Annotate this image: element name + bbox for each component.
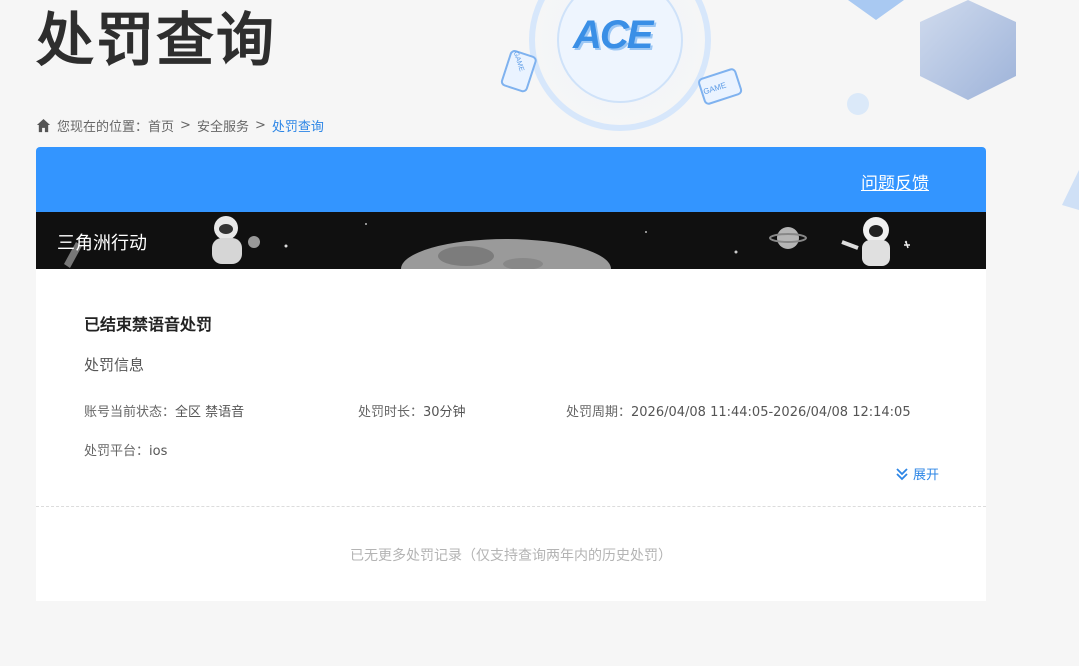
breadcrumb-security-link[interactable]: 安全服务 <box>197 116 249 135</box>
breadcrumb-separator: > <box>180 117 191 133</box>
card-header: 问题反馈 <box>36 147 986 212</box>
breadcrumb-prefix: 您现在的位置： <box>57 119 149 135</box>
account-status-value: 全区 禁语音 <box>175 405 245 420</box>
game-name: 三角洲行动 <box>57 233 147 254</box>
breadcrumb-current: 处罚查询 <box>271 119 324 135</box>
platform-label: 处罚平台： <box>84 444 150 459</box>
game-card-tag-left: GAME <box>511 50 525 73</box>
period-value: 2026/04/08 11:44:05-2026/04/08 12:14:05 <box>631 405 911 420</box>
home-icon <box>36 118 51 132</box>
duration-field: 处罚时长：30分钟 <box>358 401 466 420</box>
period-label: 处罚周期： <box>566 405 632 420</box>
penalty-card: 问题反馈 三角洲行动 已结束禁语音处罚 处罚信息 账号当前状态：全区 禁语音 处… <box>36 147 986 601</box>
account-status-field: 账号当前状态：全区 禁语音 <box>84 401 244 420</box>
breadcrumb: 您现在的位置： 首页 > 安全服务 > 处罚查询 <box>36 116 324 135</box>
game-banner: 三角洲行动 <box>36 212 986 269</box>
section-label: 处罚信息 <box>84 356 145 374</box>
expand-button[interactable]: 展开 <box>895 464 939 483</box>
divider <box>36 506 986 507</box>
duration-label: 处罚时长： <box>358 405 424 420</box>
platform-field: 处罚平台：ios <box>84 440 167 459</box>
no-more-records-text: 已无更多处罚记录（仅支持查询两年内的历史处罚） <box>350 548 672 564</box>
account-status-label: 账号当前状态： <box>84 405 176 420</box>
game-card-tag-right: GAME <box>702 80 728 97</box>
record-title: 已结束禁语音处罚 <box>84 315 213 334</box>
breadcrumb-separator: > <box>254 117 266 133</box>
page-title: 处罚查询 <box>36 6 277 74</box>
duration-value: 30分钟 <box>423 405 466 420</box>
expand-label: 展开 <box>912 468 939 483</box>
ace-logo: ACE <box>573 13 653 57</box>
platform-value: ios <box>149 444 168 459</box>
banner-illustration <box>64 216 910 269</box>
double-chevron-down-icon <box>896 467 908 480</box>
penalty-record: 已结束禁语音处罚 处罚信息 账号当前状态：全区 禁语音 处罚时长：30分钟 处罚… <box>36 269 986 506</box>
breadcrumb-home-link[interactable]: 首页 <box>148 116 174 135</box>
feedback-link[interactable]: 问题反馈 <box>861 169 929 194</box>
period-field: 处罚周期：2026/04/08 11:44:05-2026/04/08 12:1… <box>566 401 911 420</box>
